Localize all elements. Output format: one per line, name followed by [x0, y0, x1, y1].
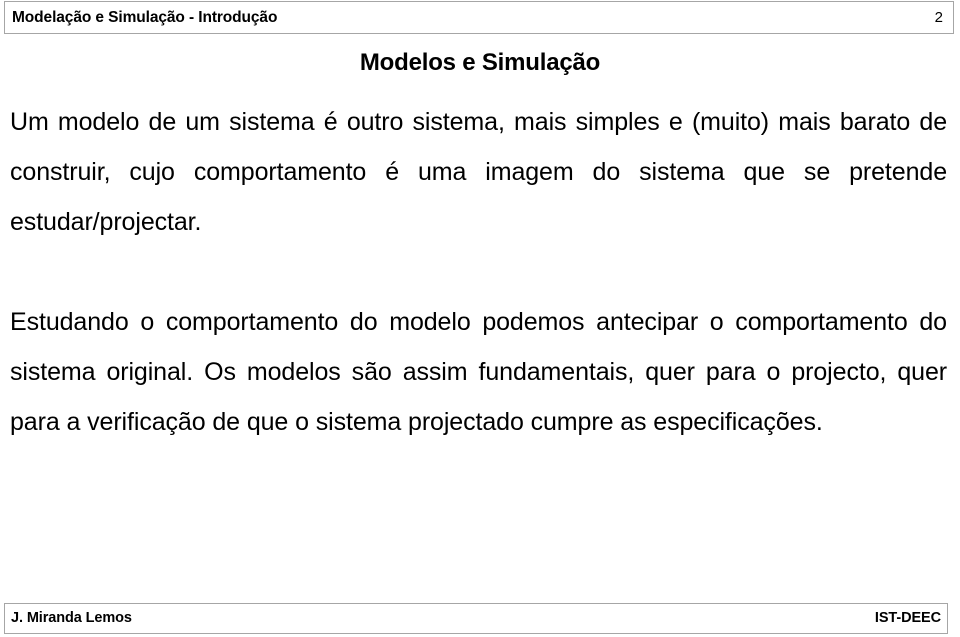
slide-canvas: Modelação e Simulação - Introdução 2 Mod…	[0, 0, 960, 637]
header-title: Modelação e Simulação - Introdução	[12, 8, 278, 26]
page-title: Modelos e Simulação	[359, 49, 601, 76]
footer-author: J. Miranda Lemos	[11, 610, 132, 627]
slide-footer: J. Miranda Lemos IST-DEEC	[4, 603, 948, 634]
slide-body: Um modelo de um sistema é outro sistema,…	[10, 97, 947, 447]
body-paragraph-1: Um modelo de um sistema é outro sistema,…	[10, 108, 947, 236]
body-paragraph-2: Estudando o comportamento do modelo pode…	[10, 308, 947, 436]
slide-header: Modelação e Simulação - Introdução 2	[4, 1, 954, 34]
page-number: 2	[934, 9, 943, 26]
footer-organization: IST-DEEC	[874, 610, 941, 627]
